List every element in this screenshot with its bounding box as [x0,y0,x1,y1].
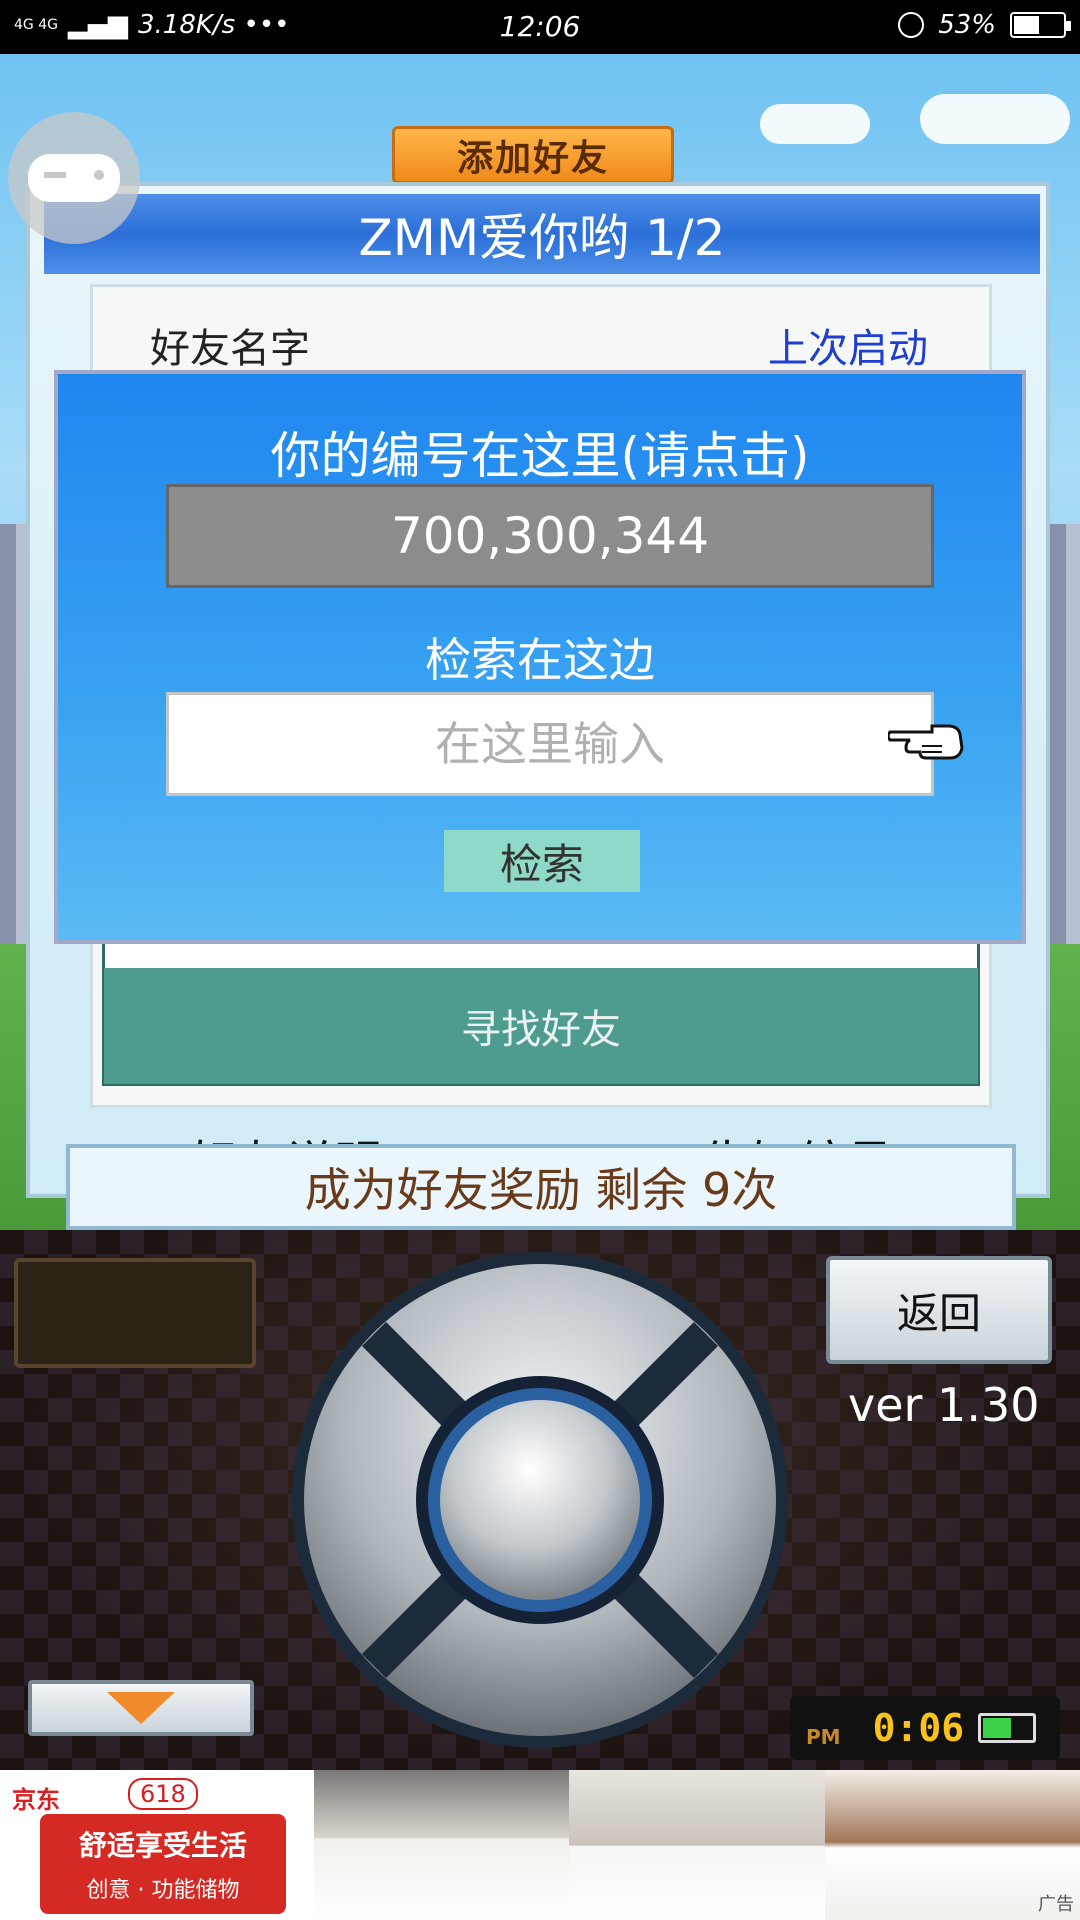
cloud-decoration [920,94,1070,144]
virtual-controller: 返回 ver 1.30 PM 0:06 [0,1230,1080,1770]
clock-time: 0:06 [872,1706,965,1750]
add-friend-tab: 添加好友 [392,126,674,184]
ad-image [314,1770,570,1920]
battery-icon [978,1713,1037,1743]
find-friend-button[interactable]: 寻找好友 [104,968,978,1084]
menu-down-button[interactable] [28,1680,254,1736]
ad-image [569,1770,825,1920]
panel-title: ZMM爱你哟 1/2 [44,194,1040,274]
column-friend-name: 好友名字 [150,326,310,372]
ad-image: 广告 [824,1770,1080,1920]
cloud-decoration [760,104,870,144]
stadium-stand [1050,524,1080,944]
dialog-title: 你的编号在这里(请点击) [270,427,810,485]
ad-brand: 京东 [12,1786,60,1814]
search-button[interactable]: 检索 [444,830,640,892]
ad-promo: 618 [128,1778,198,1810]
status-bar: 4G 4G ▂▄▆ 3.18K/s ••• 12:06 53% [0,0,1080,54]
back-button[interactable]: 返回 [826,1256,1052,1364]
alarm-icon [898,12,925,38]
pointing-hand-icon [888,724,964,760]
battery-icon [1010,12,1071,38]
reward-info: 成为好友奖励 剩余 9次 [66,1144,1016,1230]
game-clock: PM 0:06 [790,1696,1060,1760]
ad-banner[interactable]: 京东 618 舒适享受生活 创意 · 功能储物 广告 [0,1770,1080,1920]
search-label: 检索在这边 [425,633,655,687]
battery-percent: 53% [938,10,996,40]
gamepad-icon[interactable] [8,112,140,244]
id-search-dialog: 你的编号在这里(请点击) 700,300,344 检索在这边 检索 [54,370,1026,944]
my-id-button[interactable]: 700,300,344 [166,484,934,588]
ad-subline: 创意 · 功能储物 [86,1878,240,1903]
triangle-down-icon [107,1692,175,1724]
left-slot [14,1258,256,1368]
ad-label: 广告 [1037,1894,1074,1915]
clock-period: PM [806,1725,841,1749]
column-last-launch: 上次启动 [768,326,928,372]
search-input[interactable] [166,692,934,796]
ad-headline: 舒适享受生活 [78,1829,247,1862]
version-label: ver 1.30 [848,1378,1040,1432]
dpad[interactable] [290,1250,790,1750]
